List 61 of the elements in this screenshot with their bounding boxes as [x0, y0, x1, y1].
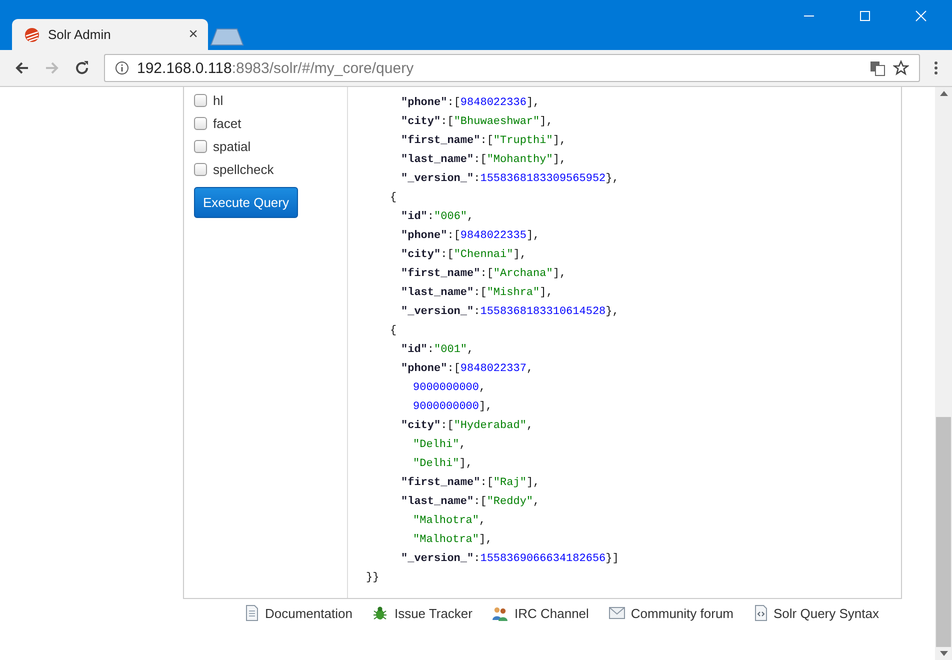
back-arrow-icon[interactable] — [14, 60, 30, 76]
bug-icon — [372, 605, 388, 621]
code-line: "first_name":["Archana"], — [400, 266, 568, 282]
code-line: "Delhi"], — [412, 457, 474, 472]
checkbox[interactable] — [194, 117, 207, 130]
browser-tab[interactable]: Solr Admin × — [12, 19, 208, 50]
footer-link[interactable]: Documentation — [245, 605, 352, 621]
code-line: "last_name":["Mishra"], — [400, 286, 554, 301]
code-line: { — [389, 191, 398, 206]
code-line: "Malhotra"], — [412, 533, 494, 548]
code-line: 9000000000, — [412, 381, 487, 396]
checkbox[interactable] — [194, 94, 207, 107]
sun-logo-icon — [24, 26, 40, 42]
code-line: "_version_":1558368183310614528}, — [400, 305, 619, 320]
close-icon[interactable] — [915, 10, 927, 22]
code-line: "first_name":["Trupthi"], — [400, 134, 568, 149]
code-line: "last_name":["Reddy", — [400, 495, 541, 510]
code-line: }} — [365, 571, 380, 586]
code-line: "Malhotra", — [412, 514, 487, 529]
info-icon — [115, 61, 129, 75]
code-line: 9000000000], — [412, 400, 494, 415]
scroll-up-icon[interactable] — [940, 91, 948, 96]
option-label: spellcheck — [213, 162, 274, 177]
checkbox[interactable] — [194, 163, 207, 176]
code-line: "_version_":1558369066634182656}] — [400, 552, 619, 567]
code-line: "phone":[9848022336], — [400, 96, 541, 111]
option-label: facet — [213, 116, 242, 131]
address-bar[interactable]: 192.168.0.118:8983/solr/#/my_core/query — [104, 54, 920, 82]
code-line: { — [389, 324, 398, 339]
maximize-icon[interactable] — [859, 10, 871, 22]
reload-icon[interactable] — [74, 60, 90, 76]
code-line: "last_name":["Mohanthy"], — [400, 153, 568, 168]
scroll-down-icon[interactable] — [940, 651, 948, 656]
code-line: "city":["Hyderabad", — [400, 419, 534, 434]
more-menu-icon[interactable] — [934, 61, 938, 75]
footer-link[interactable]: Issue Tracker — [372, 605, 472, 621]
scrollbar[interactable] — [935, 87, 952, 660]
option-label: spatial — [213, 139, 251, 154]
document-icon — [245, 605, 259, 621]
code-line: "id":"001", — [400, 343, 475, 358]
footer-link[interactable]: Solr Query Syntax — [754, 605, 879, 621]
code-line: "phone":[9848022335], — [400, 229, 541, 244]
envelope-icon — [608, 607, 625, 619]
star-icon[interactable] — [893, 60, 909, 76]
option-label: hl — [213, 93, 224, 108]
execute-query-button[interactable]: Execute Query — [194, 187, 298, 218]
footer-link[interactable]: Community forum — [608, 605, 734, 621]
code-line: "city":["Bhuwaeshwar"], — [400, 115, 554, 130]
code-line: "first_name":["Raj"], — [400, 476, 541, 491]
close-tab-button[interactable]: × — [188, 26, 198, 44]
code-line: "phone":[9848022337, — [400, 362, 534, 377]
code-file-icon — [754, 605, 768, 621]
scrollbar-thumb[interactable] — [936, 417, 951, 647]
code-line: "Delhi", — [412, 438, 467, 453]
code-line: "id":"006", — [400, 210, 475, 225]
new-tab-button[interactable] — [210, 28, 244, 46]
code-line: "_version_":1558368183309565952}, — [400, 172, 619, 187]
checkbox[interactable] — [194, 140, 207, 153]
code-line: "city":["Chennai"], — [400, 248, 528, 263]
people-icon — [492, 605, 508, 621]
footer-link[interactable]: IRC Channel — [492, 605, 589, 621]
